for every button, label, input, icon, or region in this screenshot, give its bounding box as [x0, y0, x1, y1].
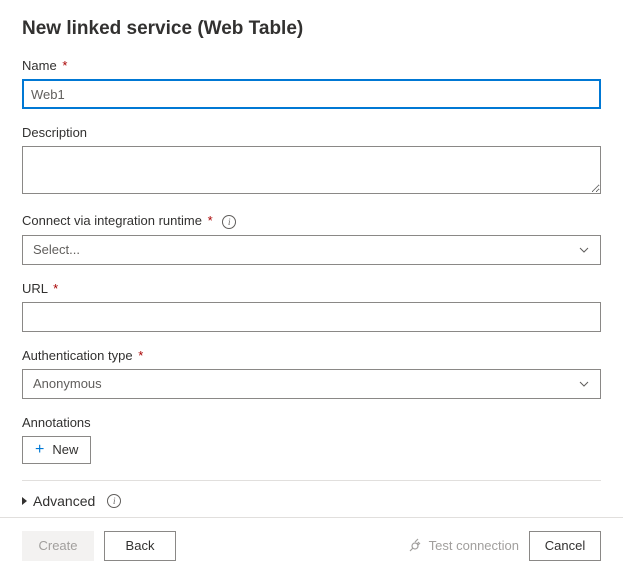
new-annotation-button[interactable]: + New — [22, 436, 91, 464]
url-field: URL * — [22, 281, 601, 332]
description-label: Description — [22, 125, 601, 140]
test-connection-button: Test connection — [407, 538, 519, 554]
triangle-right-icon — [22, 497, 27, 505]
test-connection-label: Test connection — [429, 538, 519, 553]
footer-left: Create Back — [22, 531, 176, 561]
name-label: Name * — [22, 58, 601, 73]
back-button[interactable]: Back — [104, 531, 176, 561]
footer: Create Back Test connection Cancel — [0, 517, 623, 573]
runtime-field: Connect via integration runtime * i Sele… — [22, 213, 601, 265]
required-asterisk: * — [62, 58, 67, 73]
required-asterisk: * — [208, 213, 213, 228]
divider — [22, 480, 601, 481]
annotations-label: Annotations — [22, 415, 601, 430]
chevron-down-icon — [578, 378, 590, 390]
plug-icon — [407, 538, 423, 554]
name-input[interactable] — [22, 79, 601, 109]
annotations-field: Annotations + New — [22, 415, 601, 464]
auth-type-value: Anonymous — [33, 376, 102, 391]
runtime-select[interactable]: Select... — [22, 235, 601, 265]
required-asterisk: * — [138, 348, 143, 363]
auth-type-select[interactable]: Anonymous — [22, 369, 601, 399]
info-icon[interactable]: i — [107, 494, 121, 508]
cancel-button[interactable]: Cancel — [529, 531, 601, 561]
footer-right: Test connection Cancel — [407, 531, 601, 561]
url-label-text: URL — [22, 281, 48, 296]
url-input[interactable] — [22, 302, 601, 332]
url-label: URL * — [22, 281, 601, 296]
runtime-label-text: Connect via integration runtime — [22, 213, 202, 228]
name-field: Name * — [22, 58, 601, 109]
chevron-down-icon — [578, 244, 590, 256]
advanced-label: Advanced — [33, 493, 95, 509]
form-content: New linked service (Web Table) Name * De… — [0, 0, 623, 509]
runtime-placeholder: Select... — [33, 242, 80, 257]
new-button-label: New — [52, 442, 78, 457]
name-label-text: Name — [22, 58, 57, 73]
description-field: Description — [22, 125, 601, 197]
page-title: New linked service (Web Table) — [22, 18, 601, 40]
auth-type-label-text: Authentication type — [22, 348, 133, 363]
required-asterisk: * — [53, 281, 58, 296]
plus-icon: + — [35, 442, 44, 458]
runtime-label: Connect via integration runtime * i — [22, 213, 601, 229]
advanced-toggle[interactable]: Advanced i — [22, 493, 601, 509]
auth-type-label: Authentication type * — [22, 348, 601, 363]
auth-type-field: Authentication type * Anonymous — [22, 348, 601, 399]
description-textarea[interactable] — [22, 146, 601, 194]
create-button: Create — [22, 531, 94, 561]
info-icon[interactable]: i — [222, 215, 236, 229]
